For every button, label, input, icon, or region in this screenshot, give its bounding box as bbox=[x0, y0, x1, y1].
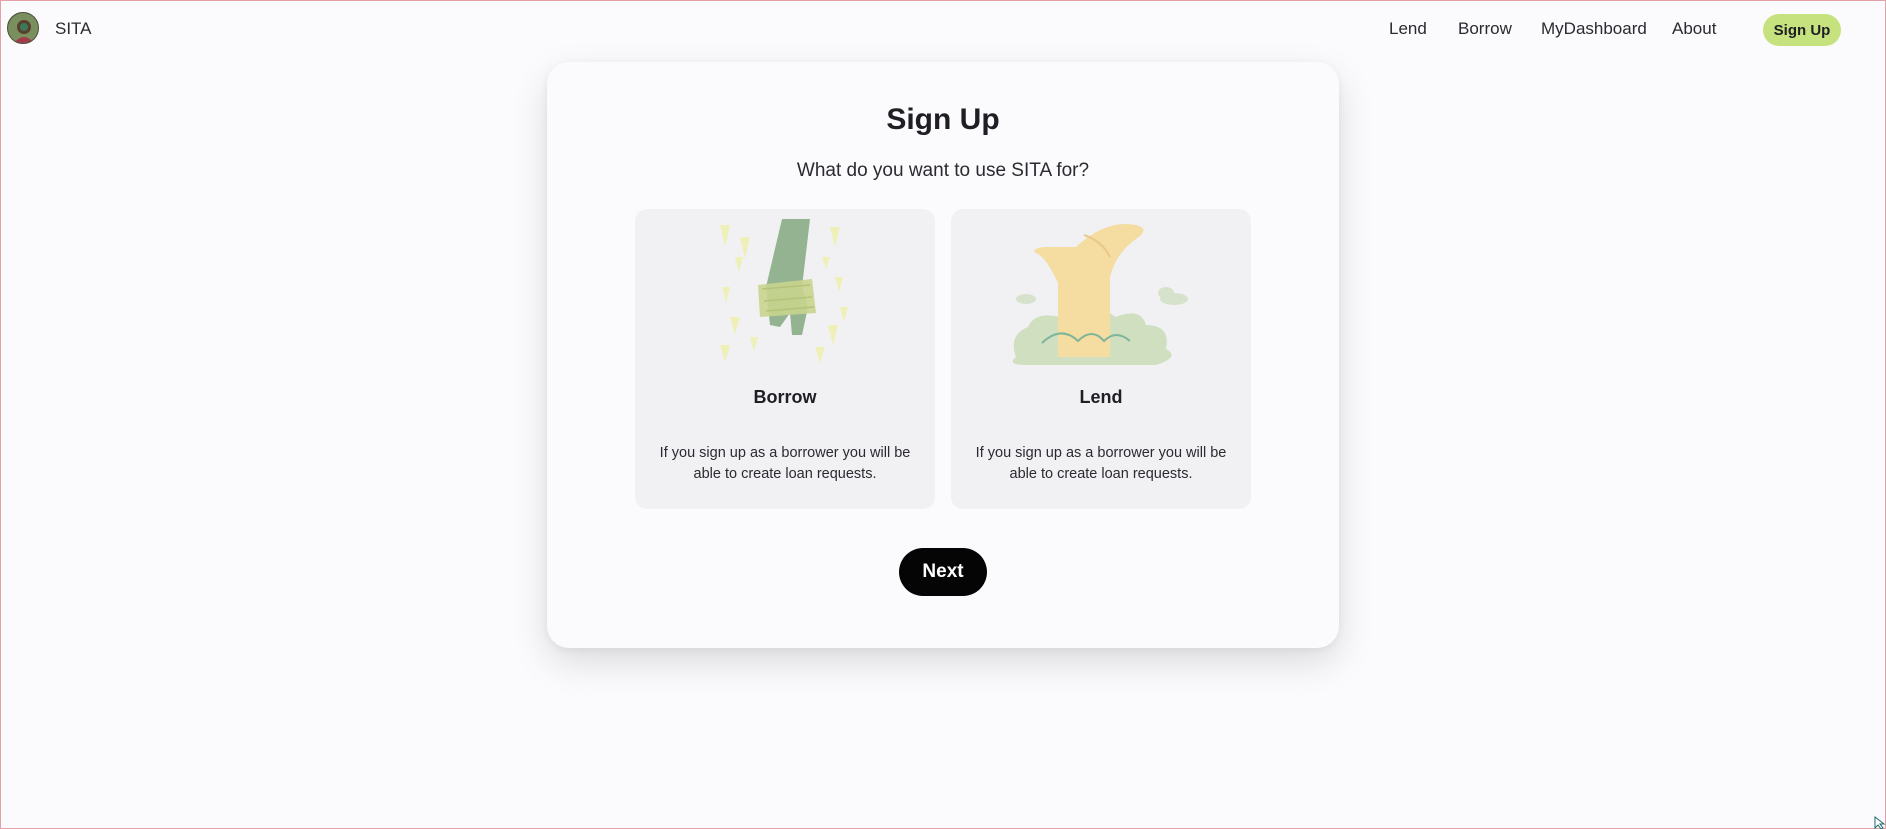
nav-link-lend[interactable]: Lend bbox=[1389, 19, 1427, 39]
hand-receiving-money-icon bbox=[720, 219, 848, 363]
option-card-borrow[interactable]: Borrow If you sign up as a borrower you … bbox=[635, 209, 935, 509]
nav-link-borrow[interactable]: Borrow bbox=[1458, 19, 1512, 39]
option-card-lend[interactable]: Lend If you sign up as a borrower you wi… bbox=[951, 209, 1251, 509]
page-title: Sign Up bbox=[886, 103, 1000, 136]
signup-panel: Sign Up What do you want to use SITA for… bbox=[547, 62, 1339, 648]
option-description-lend: If you sign up as a borrower you will be… bbox=[975, 445, 1227, 482]
mouse-cursor-icon bbox=[1874, 816, 1886, 829]
option-description-borrow: If you sign up as a borrower you will be… bbox=[659, 445, 911, 482]
nav-link-about[interactable]: About bbox=[1672, 19, 1716, 39]
option-title-borrow: Borrow bbox=[753, 387, 817, 407]
nav-signup-button[interactable]: Sign Up bbox=[1763, 14, 1841, 46]
next-button[interactable]: Next bbox=[899, 548, 987, 596]
signup-question: What do you want to use SITA for? bbox=[796, 160, 1090, 181]
top-navbar: SITA Lend Borrow MyDashboard About Sign … bbox=[1, 1, 1885, 56]
brand-name[interactable]: SITA bbox=[55, 19, 92, 39]
option-title-lend: Lend bbox=[1079, 387, 1123, 407]
logo-icon[interactable] bbox=[7, 12, 39, 44]
nav-link-mydashboard[interactable]: MyDashboard bbox=[1541, 19, 1647, 39]
open-hand-icon bbox=[1012, 223, 1188, 365]
